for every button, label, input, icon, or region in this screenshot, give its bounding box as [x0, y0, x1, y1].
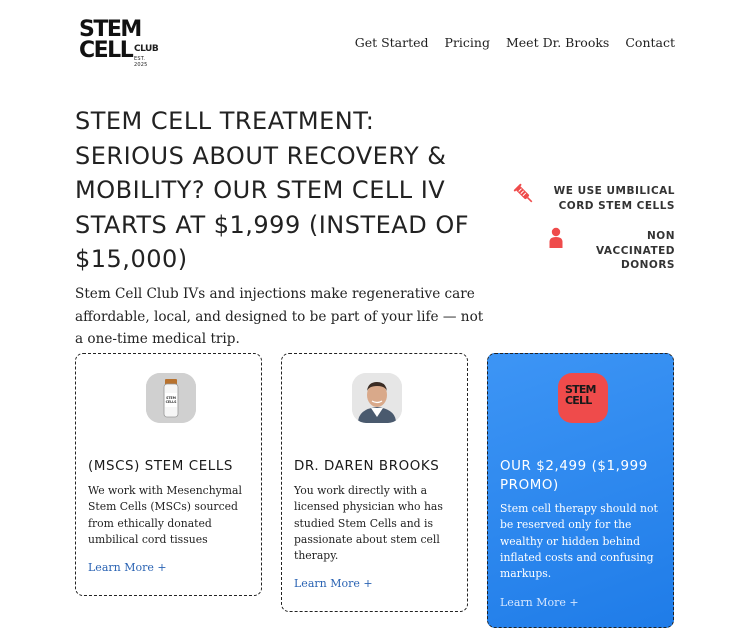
- logo-line-1: STEM: [79, 17, 142, 42]
- card-title: DR. DAREN BROOKS: [294, 459, 440, 474]
- learn-more-link[interactable]: Learn More +: [88, 561, 167, 574]
- card-body: We work with Mesenchymal Stem Cells (MSC…: [88, 484, 242, 546]
- nav-pricing[interactable]: Pricing: [445, 35, 490, 50]
- hero-subtext: Stem Cell Club IVs and injections make r…: [75, 286, 484, 347]
- logo-line-2: CELL: [79, 38, 134, 63]
- hero-headline: STEM CELL TREATMENT: SERIOUS ABOUT RECOV…: [75, 107, 470, 274]
- main-nav: Get Started Pricing Meet Dr. Brooks Cont…: [355, 35, 675, 50]
- nav-meet-dr-brooks[interactable]: Meet Dr. Brooks: [506, 35, 609, 50]
- syringe-icon: [512, 182, 536, 210]
- feature-donors: NON VACCINATED DONORS: [595, 229, 675, 273]
- nav-contact[interactable]: Contact: [625, 35, 675, 50]
- card-dr-brooks: DR. DAREN BROOKS You work directly with …: [281, 353, 468, 612]
- card-pricing: STEM CELL OUR $2,499 ($1,999 PROMO) Stem…: [487, 353, 674, 628]
- vial-label-line2: CELLS: [166, 400, 178, 404]
- doctor-photo: [352, 373, 402, 423]
- logo-club: CLUB: [134, 44, 159, 54]
- card-body: You work directly with a licensed physic…: [294, 484, 443, 563]
- card-body: Stem cell therapy should not be reserved…: [500, 502, 658, 581]
- feature-umbilical: WE USE UMBILICAL CORD STEM CELLS: [545, 184, 675, 213]
- learn-more-link[interactable]: Learn More +: [500, 596, 579, 609]
- card-mscs: STEM CELLS (MSCS) STEM CELLS We work wit…: [75, 353, 262, 596]
- badge-line2: CELL: [565, 393, 592, 407]
- logo-est: EST. 2025: [134, 56, 148, 68]
- person-icon: [548, 227, 564, 253]
- stem-cell-vial-image: STEM CELLS: [146, 373, 196, 423]
- feature-donors-text: NON VACCINATED DONORS: [595, 230, 675, 271]
- learn-more-link[interactable]: Learn More +: [294, 577, 373, 590]
- card-title: OUR $2,499 ($1,999 PROMO): [500, 459, 648, 493]
- nav-get-started[interactable]: Get Started: [355, 35, 429, 50]
- logo[interactable]: STEM CELL CLUB EST. 2025: [79, 17, 159, 69]
- card-title: (MSCS) STEM CELLS: [88, 459, 233, 474]
- feature-umbilical-text: WE USE UMBILICAL CORD STEM CELLS: [553, 185, 675, 212]
- stem-cell-logo-badge: STEM CELL: [558, 373, 608, 423]
